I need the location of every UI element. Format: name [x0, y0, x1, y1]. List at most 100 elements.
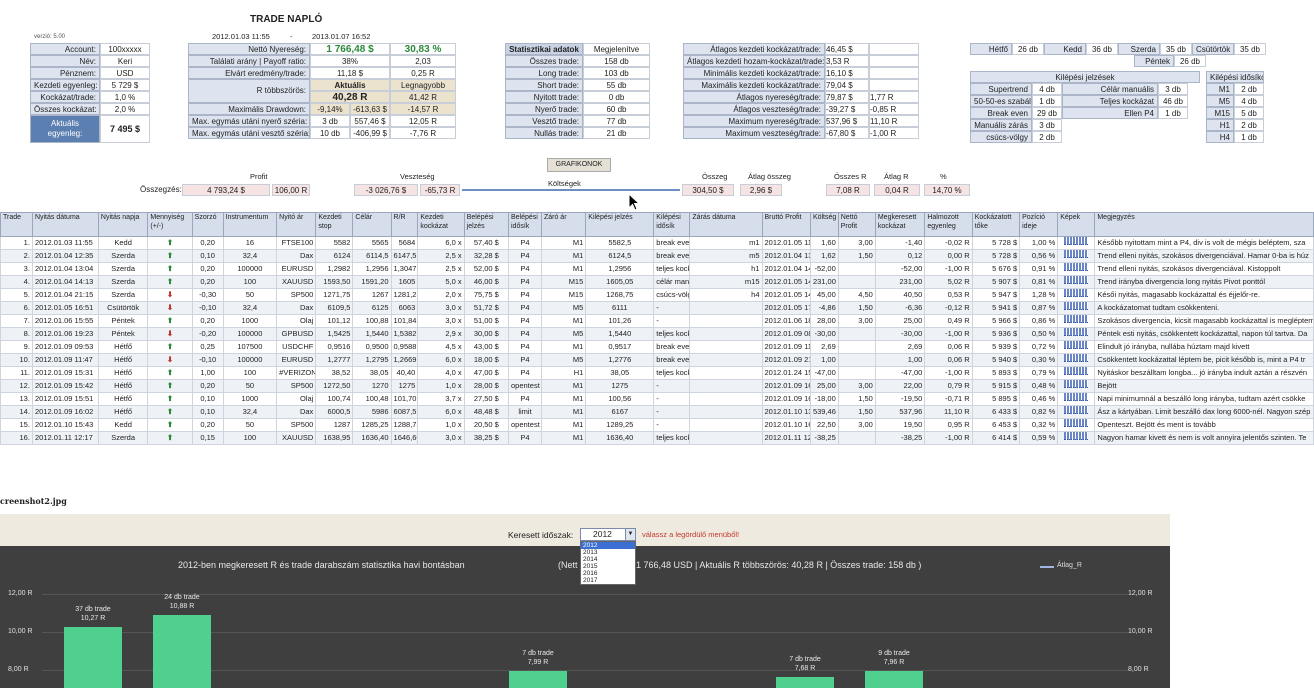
- image-thumb-icon[interactable]: [1064, 341, 1089, 349]
- column-header[interactable]: Belépési idősík: [508, 212, 542, 237]
- column-header[interactable]: Nettó Profit: [837, 212, 876, 237]
- table-row[interactable]: 8. 2012.01.06 19:23 Péntek ⬇ -0,20 100000 GPBU…: [0, 327, 1314, 341]
- year-option[interactable]: 2013: [581, 549, 635, 556]
- image-link-cell[interactable]: [1057, 249, 1096, 263]
- column-header[interactable]: Záró ár: [540, 212, 587, 237]
- image-thumb-icon[interactable]: [1064, 406, 1089, 414]
- image-thumb-icon[interactable]: [1064, 354, 1089, 362]
- table-row[interactable]: 14. 2012.01.09 16:02 Hétfő ⬆ 0,10 32,4 Dax 6000…: [0, 405, 1314, 419]
- year-dropdown-list[interactable]: 2012 2013 2014 2015 2016 2017: [580, 541, 636, 585]
- grafikonok-button[interactable]: GRAFIKONOK: [547, 158, 611, 172]
- column-header[interactable]: Instrumentum: [222, 212, 278, 237]
- year-select[interactable]: 2012 ▼: [580, 528, 636, 541]
- image-thumb-icon[interactable]: [1064, 315, 1089, 323]
- year-option[interactable]: 2014: [581, 556, 635, 563]
- image-thumb-icon[interactable]: [1064, 263, 1089, 271]
- image-thumb-icon[interactable]: [1064, 237, 1089, 245]
- column-header[interactable]: Szorzó: [191, 212, 224, 237]
- cell-8: 100,48: [352, 392, 392, 406]
- column-header[interactable]: Pozíció ideje: [1019, 212, 1059, 237]
- column-header[interactable]: Kilépési jelzés: [585, 212, 655, 237]
- cell-18: 231,00: [809, 275, 839, 289]
- image-thumb-icon[interactable]: [1064, 302, 1089, 310]
- column-header[interactable]: Nyitás napja: [97, 212, 149, 237]
- column-header[interactable]: Trade: [0, 212, 33, 237]
- image-link-cell[interactable]: [1057, 353, 1096, 367]
- stats-toggle-button[interactable]: Megjelenítve: [583, 43, 650, 55]
- image-link-cell[interactable]: [1057, 431, 1096, 445]
- image-thumb-icon[interactable]: [1064, 289, 1089, 297]
- table-row[interactable]: 13. 2012.01.09 15:51 Hétfő ⬆ 0,10 1000 Olaj 100…: [0, 392, 1314, 406]
- image-thumb-icon[interactable]: [1064, 432, 1089, 440]
- summary-sum-head: Összeg: [702, 172, 728, 181]
- arrow-up-icon: ⬆: [166, 264, 174, 273]
- image-thumb-icon[interactable]: [1064, 367, 1089, 375]
- year-option[interactable]: 2012: [581, 542, 635, 549]
- column-header[interactable]: Mennyiség (+/-): [147, 212, 193, 237]
- chevron-down-icon[interactable]: ▼: [625, 529, 635, 540]
- column-header[interactable]: Nyitás dátuma: [31, 212, 99, 237]
- account-row: Account: 100xxxxx: [30, 43, 150, 55]
- image-thumb-icon[interactable]: [1064, 250, 1089, 258]
- table-row[interactable]: 3. 2012.01.04 13:04 Szerda ⬆ 0,20 100000 EURUS…: [0, 262, 1314, 276]
- table-row[interactable]: 2. 2012.01.04 12:35 Szerda ⬆ 0,10 32,4 Dax 6124…: [0, 249, 1314, 263]
- column-header[interactable]: Kezdeti stop: [315, 212, 354, 237]
- risk-r: -1,00 R: [869, 127, 919, 139]
- image-link-cell[interactable]: [1057, 366, 1096, 380]
- image-link-cell[interactable]: [1057, 340, 1096, 354]
- table-row[interactable]: 4. 2012.01.04 14:13 Szerda ⬆ 0,20 100 XAUUSD 15…: [0, 275, 1314, 289]
- column-header[interactable]: Kockázatott tőke: [971, 212, 1021, 237]
- image-thumb-icon[interactable]: [1064, 380, 1089, 388]
- year-option[interactable]: 2016: [581, 570, 635, 577]
- image-thumb-icon[interactable]: [1064, 328, 1089, 336]
- cell-5: 100000: [222, 327, 278, 341]
- table-row[interactable]: 10. 2012.01.09 11:47 Hétfő ⬇ -0,10 100000 EURU…: [0, 353, 1314, 367]
- column-header[interactable]: Megjegyzés: [1094, 212, 1314, 237]
- image-link-cell[interactable]: [1057, 392, 1096, 406]
- cell-16: [689, 405, 763, 419]
- table-row[interactable]: 5. 2012.01.04 21:15 Szerda ⬇ -0,30 50 SP500 127…: [0, 288, 1314, 302]
- year-option[interactable]: 2015: [581, 563, 635, 570]
- table-row[interactable]: 7. 2012.01.06 15:55 Péntek ⬆ 0,20 1000 Olaj 101…: [0, 314, 1314, 328]
- table-row[interactable]: 12. 2012.01.09 15:42 Hétfő ⬆ 0,20 50 SP500 1272…: [0, 379, 1314, 393]
- column-header[interactable]: Kilépési idősík: [653, 212, 691, 237]
- table-row[interactable]: 1. 2012.01.03 11:55 Kedd ⬆ 0,20 16 FTSE100 5582…: [0, 236, 1314, 250]
- image-thumb-icon[interactable]: [1064, 419, 1089, 427]
- image-link-cell[interactable]: [1057, 288, 1096, 302]
- image-thumb-icon[interactable]: [1064, 276, 1089, 284]
- column-header[interactable]: Nyitó ár: [276, 212, 317, 237]
- image-link-cell[interactable]: [1057, 301, 1096, 315]
- image-link-cell[interactable]: [1057, 314, 1096, 328]
- image-link-cell[interactable]: [1057, 236, 1096, 250]
- y-tick-right: 10,00 R: [1128, 628, 1153, 635]
- cell-19: 1,50: [837, 405, 876, 419]
- image-thumb-icon[interactable]: [1064, 393, 1089, 401]
- image-link-cell[interactable]: [1057, 418, 1096, 432]
- column-header[interactable]: Megkeresett kockázat: [874, 212, 926, 237]
- cell-9: 1646,60: [390, 431, 419, 445]
- year-option[interactable]: 2017: [581, 577, 635, 584]
- image-link-cell[interactable]: [1057, 262, 1096, 276]
- image-link-cell[interactable]: [1057, 275, 1096, 289]
- cell-10: 2,5 x: [417, 249, 465, 263]
- image-link-cell[interactable]: [1057, 379, 1096, 393]
- column-header[interactable]: Belépési jelzés: [463, 212, 510, 237]
- table-row[interactable]: 9. 2012.01.09 09:53 Hétfő ⬆ 0,25 107500 USDCHF…: [0, 340, 1314, 354]
- column-header[interactable]: R/R: [390, 212, 419, 237]
- cell-19: 3,00: [837, 314, 876, 328]
- column-header[interactable]: Költség: [809, 212, 839, 237]
- image-link-cell[interactable]: [1057, 405, 1096, 419]
- table-row[interactable]: 11. 2012.01.09 15:31 Hétfő ⬆ 1,00 100 #VERIZON…: [0, 366, 1314, 380]
- image-link-cell[interactable]: [1057, 327, 1096, 341]
- table-row[interactable]: 16. 2012.01.11 12:17 Szerda ⬆ 0,15 100 XAUUSD 1…: [0, 431, 1314, 445]
- column-header[interactable]: Halmozott egyenleg: [924, 212, 973, 237]
- table-row[interactable]: 6. 2012.01.05 16:51 Csütörtök ⬇ -0,10 32,4 Dax…: [0, 301, 1314, 315]
- column-header[interactable]: Zárás dátuma: [689, 212, 763, 237]
- table-row[interactable]: 15. 2012.01.10 15:43 Kedd ⬆ 0,20 50 SP500 1287 1…: [0, 418, 1314, 432]
- column-header[interactable]: Bruttó Profit: [761, 212, 811, 237]
- column-header[interactable]: Képek: [1057, 212, 1096, 237]
- cell-20: 25,00: [874, 314, 926, 328]
- column-header[interactable]: Célár: [352, 212, 392, 237]
- summary-pct: 14,70 %: [924, 184, 970, 196]
- column-header[interactable]: Kezdeti kockázat: [417, 212, 465, 237]
